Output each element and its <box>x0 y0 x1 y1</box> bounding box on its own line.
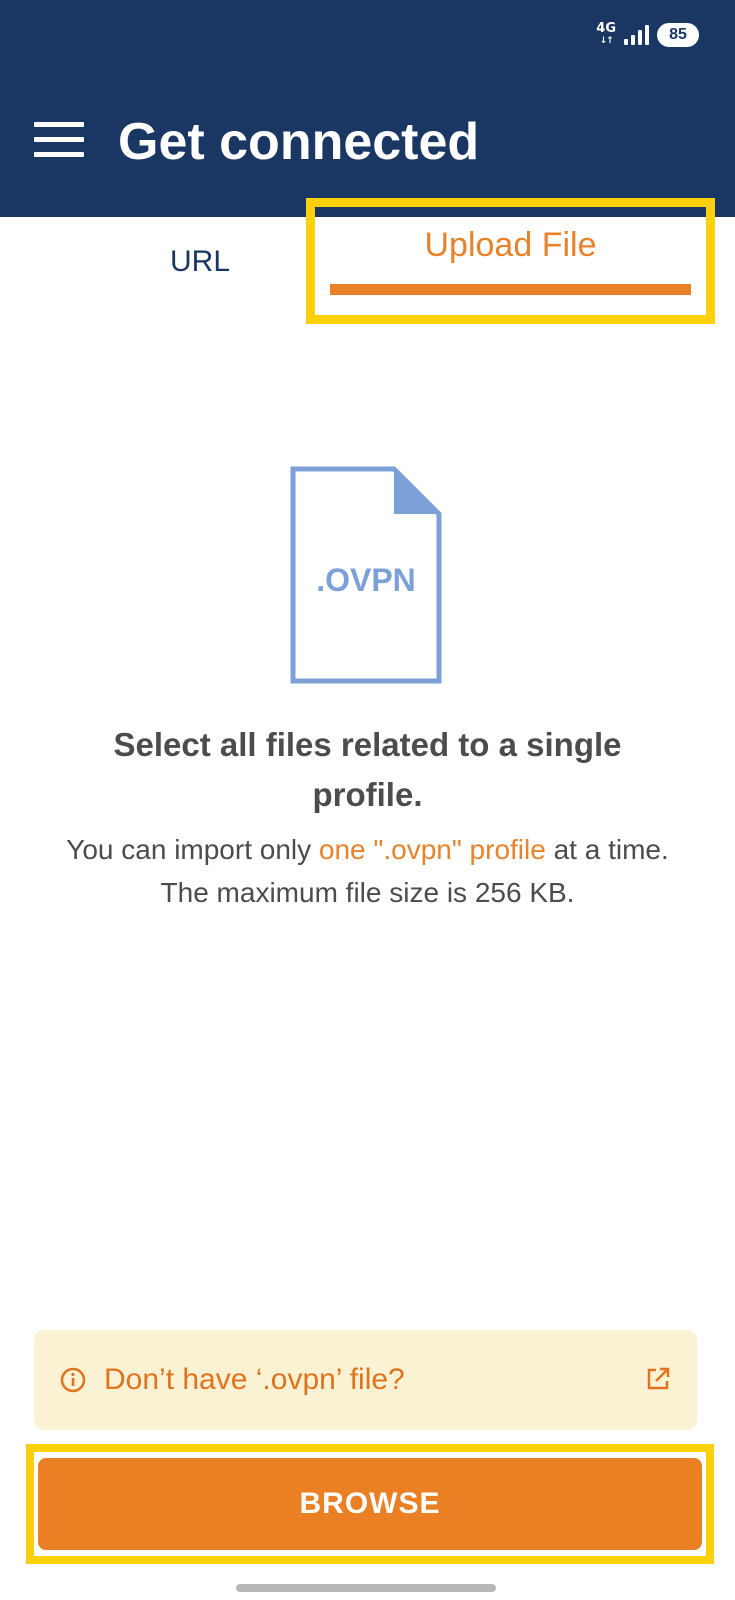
page-title: Get connected <box>118 113 480 171</box>
desc-accent: one ".ovpn" profile <box>318 834 546 865</box>
signal-icon <box>624 25 649 45</box>
network-type: 4G <box>596 21 616 36</box>
instruction-headline: Select all files related to a single pro… <box>113 726 622 813</box>
info-icon <box>60 1367 86 1393</box>
instruction-description: You can import only one ".ovpn" profile … <box>30 828 705 914</box>
file-icon-label: .OVPN <box>316 562 416 598</box>
browse-button[interactable]: BROWSE <box>38 1458 702 1550</box>
tab-upload-file[interactable]: Upload File <box>306 198 715 324</box>
status-bar: 4G ↓↑ 85 <box>596 18 699 52</box>
tab-url[interactable]: URL <box>120 240 280 284</box>
external-link-icon <box>647 1367 670 1390</box>
tab-upload-file-label: Upload File <box>424 226 597 264</box>
network-arrows: ↓↑ <box>599 36 614 46</box>
screen: 4G ↓↑ 85 Get connected URL Upload File .… <box>0 0 735 1600</box>
desc-suffix: at a time. <box>545 834 669 865</box>
ovpn-file-icon: .OVPN <box>290 466 442 684</box>
tab-selected-indicator <box>330 284 691 295</box>
network-indicator: 4G ↓↑ <box>596 21 616 47</box>
app-header: 4G ↓↑ 85 Get connected <box>0 0 735 217</box>
home-indicator[interactable] <box>236 1584 496 1592</box>
no-ovpn-file-link[interactable]: Don’t have ‘.ovpn’ file? <box>34 1330 697 1430</box>
desc-size-limit: The maximum file size is 256 KB. <box>160 877 575 908</box>
menu-icon[interactable] <box>34 122 84 158</box>
desc-prefix: You can import only <box>66 834 319 865</box>
battery-icon: 85 <box>657 23 699 47</box>
info-text: Don’t have ‘.ovpn’ file? <box>104 1363 405 1396</box>
